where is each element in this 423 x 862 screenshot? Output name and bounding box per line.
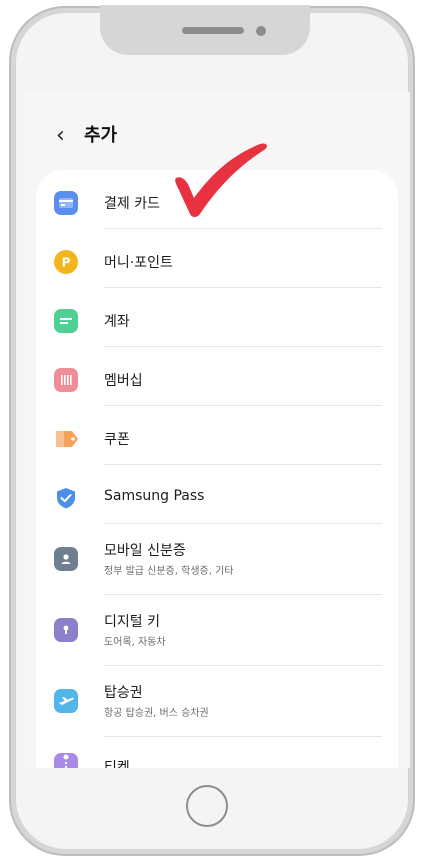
menu-item-membership[interactable]: 멤버십 — [36, 347, 398, 406]
chevron-left-icon[interactable]: ‹ — [56, 124, 65, 148]
ticket-icon — [54, 753, 78, 768]
menu-item-label: 멤버십 — [104, 373, 143, 389]
menu-item-account[interactable]: 계좌 — [36, 288, 398, 347]
menu-item-label: 티켓 — [104, 760, 130, 768]
svg-text:P: P — [62, 256, 71, 270]
menu-item-ticket[interactable]: 티켓 — [36, 737, 398, 768]
menu-item-digital-key[interactable]: 디지털 키 도어록, 자동차 — [36, 595, 398, 665]
menu-list: 결제 카드 P 머니·포인트 계좌 멤버십 쿠폰 Samsung Pass 모바… — [36, 170, 398, 768]
membership-icon — [54, 368, 78, 392]
phone-notch — [100, 5, 310, 55]
menu-item-label: 머니·포인트 — [104, 255, 173, 271]
id-card-icon — [54, 547, 78, 571]
card-icon — [54, 191, 78, 215]
front-camera — [256, 26, 266, 36]
menu-item-money-point[interactable]: P 머니·포인트 — [36, 229, 398, 288]
home-button[interactable] — [186, 785, 228, 827]
menu-item-subtitle: 정부 발급 신분증, 학생증, 기타 — [104, 566, 234, 577]
shield-check-icon — [54, 486, 78, 510]
menu-item-samsung-pass[interactable]: Samsung Pass — [36, 465, 398, 524]
menu-item-label: 쿠폰 — [104, 432, 130, 448]
point-coin-icon: P — [54, 250, 78, 274]
red-checkmark-annotation — [175, 143, 267, 217]
menu-item-label: 디지털 키 — [104, 614, 160, 630]
menu-item-label: 계좌 — [104, 314, 130, 330]
account-icon — [54, 309, 78, 333]
menu-item-subtitle: 도어록, 자동차 — [104, 637, 166, 648]
app-screen: ‹ 추가 결제 카드 P 머니·포인트 계좌 멤버십 쿠폰 Samsung Pa… — [24, 92, 410, 768]
menu-item-subtitle: 항공 탑승권, 버스 승차권 — [104, 708, 209, 719]
menu-item-coupon[interactable]: 쿠폰 — [36, 406, 398, 465]
coupon-icon — [54, 427, 78, 451]
digital-key-icon — [54, 618, 78, 642]
menu-item-label: 결제 카드 — [104, 196, 160, 212]
menu-item-label: 모바일 신분증 — [104, 543, 186, 559]
speaker-grille — [182, 27, 244, 34]
menu-item-mobile-id[interactable]: 모바일 신분증 정부 발급 신분증, 학생증, 기타 — [36, 524, 398, 594]
plane-ticket-icon — [54, 689, 78, 713]
menu-item-boarding-pass[interactable]: 탑승권 항공 탑승권, 버스 승차권 — [36, 666, 398, 736]
menu-item-label: Samsung Pass — [104, 488, 205, 504]
page-title: 추가 — [84, 125, 118, 146]
menu-item-label: 탑승권 — [104, 685, 143, 701]
